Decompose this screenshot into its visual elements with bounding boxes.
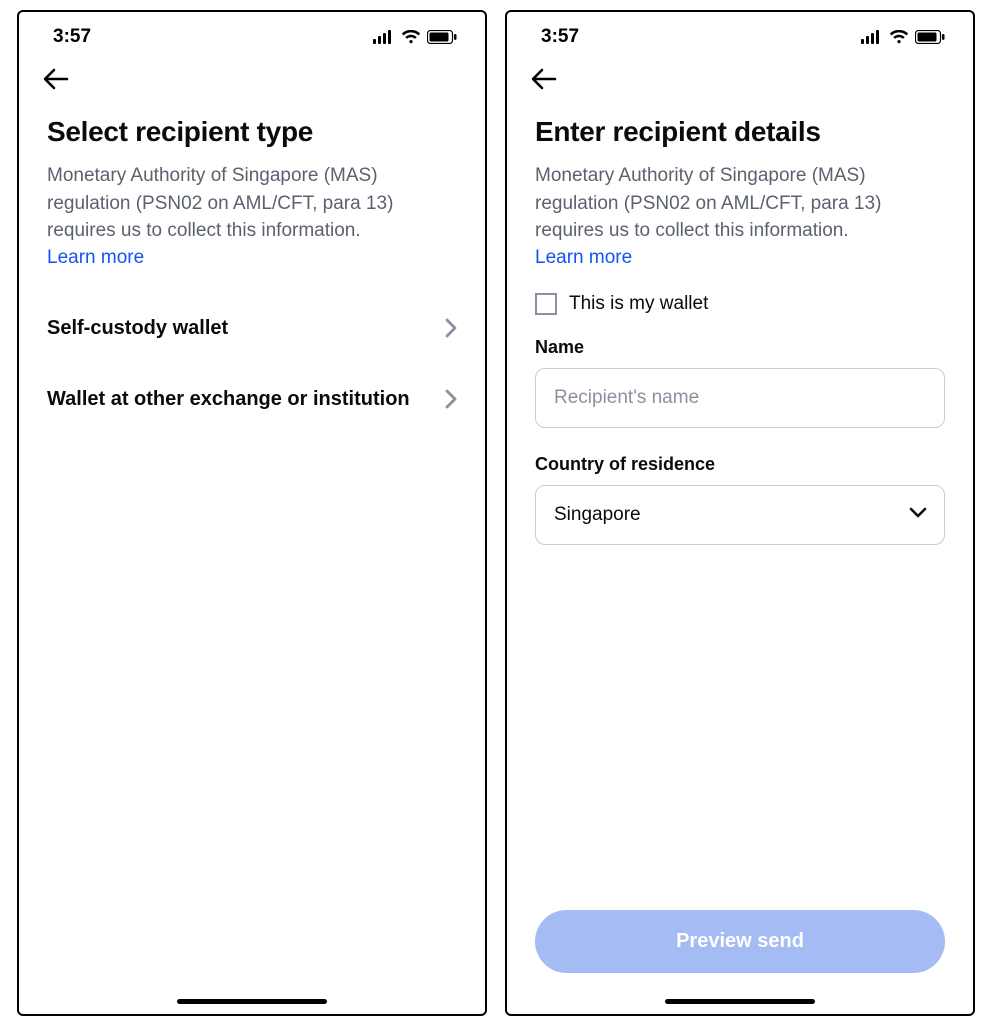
home-indicator[interactable] — [665, 999, 815, 1004]
content-area: Select recipient type Monetary Authority… — [19, 102, 485, 991]
status-bar: 3:57 — [19, 12, 485, 54]
wifi-icon — [401, 30, 421, 44]
page-title: Select recipient type — [47, 116, 457, 148]
status-bar: 3:57 — [507, 12, 973, 54]
learn-more-link[interactable]: Learn more — [535, 247, 945, 269]
back-button[interactable] — [41, 64, 71, 94]
home-indicator[interactable] — [177, 999, 327, 1004]
learn-more-link[interactable]: Learn more — [47, 247, 457, 269]
checkbox-box-icon — [535, 293, 557, 315]
country-field-label: Country of residence — [535, 454, 945, 475]
wifi-icon — [889, 30, 909, 44]
screen-enter-recipient-details: 3:57 Enter recipient details Monetary Au… — [505, 10, 975, 1016]
name-field-label: Name — [535, 337, 945, 358]
footer: Preview send — [507, 910, 973, 991]
option-label: Wallet at other exchange or institution — [47, 388, 410, 411]
status-icons — [861, 30, 945, 44]
arrow-left-icon — [531, 68, 557, 90]
arrow-left-icon — [43, 68, 69, 90]
option-label: Self-custody wallet — [47, 317, 228, 340]
country-select-value: Singapore — [554, 504, 641, 526]
signal-icon — [373, 30, 395, 44]
country-select[interactable]: Singapore — [535, 485, 945, 545]
regulation-description: Monetary Authority of Singapore (MAS) re… — [47, 162, 457, 245]
chevron-right-icon — [445, 318, 457, 338]
status-time: 3:57 — [541, 26, 579, 48]
nav-bar — [507, 54, 973, 102]
regulation-description: Monetary Authority of Singapore (MAS) re… — [535, 162, 945, 245]
preview-send-button[interactable]: Preview send — [535, 910, 945, 973]
recipient-name-input[interactable] — [535, 368, 945, 428]
status-time: 3:57 — [53, 26, 91, 48]
battery-icon — [915, 30, 945, 44]
screen-select-recipient-type: 3:57 Select recipient type Monetary Auth… — [17, 10, 487, 1016]
checkbox-label: This is my wallet — [569, 293, 708, 315]
option-self-custody[interactable]: Self-custody wallet — [47, 293, 457, 364]
nav-bar — [19, 54, 485, 102]
option-other-exchange[interactable]: Wallet at other exchange or institution — [47, 364, 457, 435]
signal-icon — [861, 30, 883, 44]
back-button[interactable] — [529, 64, 559, 94]
content-area: Enter recipient details Monetary Authori… — [507, 102, 973, 910]
my-wallet-checkbox[interactable]: This is my wallet — [535, 293, 945, 315]
chevron-right-icon — [445, 389, 457, 409]
battery-icon — [427, 30, 457, 44]
page-title: Enter recipient details — [535, 116, 945, 148]
status-icons — [373, 30, 457, 44]
